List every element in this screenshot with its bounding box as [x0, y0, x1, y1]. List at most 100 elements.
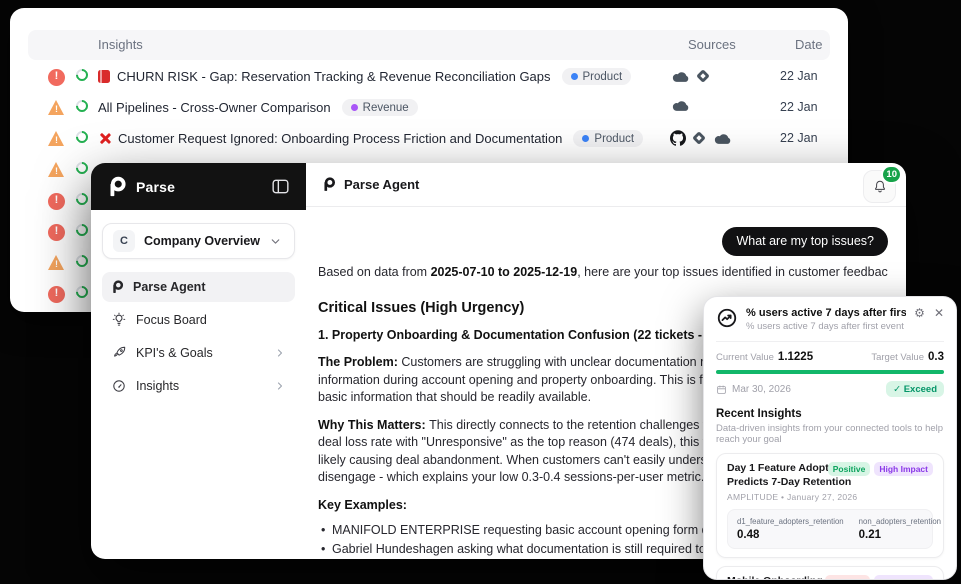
- sidebar-item-insights[interactable]: Insights: [102, 371, 295, 401]
- goal-meta-row: Mar 30, 2026 ✓ Exceed: [716, 381, 944, 397]
- sentiment-badge: Positive: [828, 462, 871, 476]
- metric: retention_gap 0.27: [956, 517, 957, 541]
- notifications-button[interactable]: 10: [863, 170, 896, 203]
- sidebar-item-label: Insights: [136, 379, 179, 393]
- metric-label: retention_gap: [956, 517, 957, 526]
- user-message-bubble: What are my top issues?: [722, 227, 888, 256]
- close-icon: ✕: [934, 306, 944, 320]
- sidebar-item-focus-board[interactable]: Focus Board: [102, 305, 295, 335]
- chevron-right-icon: [274, 380, 286, 392]
- row-date: 22 Jan: [780, 100, 818, 114]
- salesforce-icon: [670, 99, 690, 112]
- sidebar-item-kpi-s-goals[interactable]: KPI's & Goals: [102, 338, 295, 368]
- sidebar-item-parse-agent[interactable]: Parse Agent: [102, 272, 295, 302]
- settings-button[interactable]: ⚙: [914, 307, 925, 319]
- progress-ring-icon: [74, 129, 91, 146]
- metric-value: 0.27: [956, 529, 957, 541]
- parse-agent-icon: [322, 176, 336, 193]
- progress-ring-icon: [74, 98, 91, 115]
- sidebar-item-label: KPI's & Goals: [136, 346, 213, 360]
- sentiment-badge: Negative: [825, 575, 870, 580]
- sidebar-item-label: Focus Board: [136, 313, 207, 327]
- column-header-sources: Sources: [688, 37, 736, 52]
- warning-alert-icon: [48, 255, 65, 272]
- column-header-date: Date: [795, 37, 822, 52]
- table-row[interactable]: All Pipelines - Cross-Owner Comparison Re…: [10, 93, 848, 124]
- brand-name: Parse: [136, 179, 175, 195]
- progress-ring-icon: [74, 67, 91, 84]
- goal-date: Mar 30, 2026: [716, 384, 791, 395]
- goal-values-row: Current Value1.1225 Target Value0.3: [716, 351, 944, 363]
- progress-ring-icon: [74, 191, 91, 208]
- row-sources: [670, 130, 732, 146]
- error-alert-icon: [48, 224, 65, 241]
- insight-badges: NegativeHigh Impact: [825, 575, 933, 580]
- calendar-icon: [716, 384, 727, 395]
- recent-insights-title: Recent Insights: [716, 408, 944, 420]
- gauge-icon: [111, 378, 127, 394]
- goal-panel-header: % users active 7 days after first event …: [716, 307, 944, 342]
- error-alert-icon: [48, 69, 65, 86]
- tag-dot: [571, 73, 578, 80]
- row-tag: Revenue: [342, 99, 418, 116]
- tag-label: Product: [594, 133, 634, 145]
- progress-ring-icon: [74, 284, 91, 301]
- recent-insights-description: Data-driven insights from your connected…: [716, 423, 944, 445]
- sidebar-header: Parse: [91, 163, 306, 210]
- parse-logo-icon: [107, 175, 127, 199]
- chevron-down-icon: [269, 235, 282, 248]
- target-value: Target Value0.3: [871, 351, 944, 363]
- insight-card-header: Mobile Onboarding Underperforming Deskto…: [727, 575, 933, 580]
- table-header-row: Insights Sources Date: [28, 30, 830, 60]
- gear-icon: ⚙: [914, 306, 925, 320]
- diamond-icon: [691, 130, 707, 146]
- workspace-avatar: C: [113, 230, 135, 252]
- table-row[interactable]: Customer Request Ignored: Onboarding Pro…: [10, 124, 848, 155]
- goal-panel-actions: ⚙ ✕: [914, 307, 944, 319]
- goal-title: % users active 7 days after first event: [746, 307, 906, 319]
- insight-card[interactable]: Day 1 Feature Adoption Predicts 7-Day Re…: [716, 453, 944, 558]
- row-sources: [670, 99, 690, 112]
- row-title-text: CHURN RISK - Gap: Reservation Tracking &…: [117, 69, 551, 84]
- rocket-icon: [111, 345, 127, 361]
- insight-metrics: d1_feature_adopters_retention0.48non_ado…: [727, 509, 933, 549]
- tag-dot: [351, 104, 358, 111]
- insight-card-header: Day 1 Feature Adoption Predicts 7-Day Re…: [727, 462, 933, 489]
- main-header: Parse Agent 10: [306, 163, 906, 207]
- desktop-background: Insights Sources Date CHURN RISK - Gap: …: [0, 0, 961, 584]
- insight-badges: PositiveHigh Impact: [828, 462, 933, 476]
- table-row[interactable]: CHURN RISK - Gap: Reservation Tracking &…: [10, 62, 848, 93]
- impact-badge: High Impact: [874, 462, 933, 476]
- tag-label: Product: [583, 71, 623, 83]
- workspace-name: Company Overview: [144, 234, 260, 248]
- warning-alert-icon: [48, 131, 65, 148]
- panel-toggle-icon: [271, 178, 290, 195]
- goal-progress-bar: [716, 370, 944, 374]
- tag-label: Revenue: [363, 102, 409, 114]
- column-header-insights: Insights: [98, 37, 143, 52]
- tag-dot: [582, 135, 589, 142]
- row-title-text: All Pipelines - Cross-Owner Comparison: [98, 100, 331, 115]
- diamond-icon: [695, 68, 711, 84]
- salesforce-icon: [712, 132, 732, 145]
- goal-trend-icon: [716, 307, 738, 329]
- workspace-switcher[interactable]: C Company Overview: [102, 223, 295, 259]
- chevron-right-icon: [274, 347, 286, 359]
- warning-alert-icon: [48, 100, 65, 117]
- row-date: 22 Jan: [780, 131, 818, 145]
- response-line: Based on data from 2025-07-10 to 2025-12…: [318, 264, 888, 282]
- progress-ring-icon: [74, 253, 91, 270]
- insight-card[interactable]: Mobile Onboarding Underperforming Deskto…: [716, 566, 944, 580]
- warning-alert-icon: [48, 162, 65, 179]
- goal-detail-panel: % users active 7 days after first event …: [703, 296, 957, 580]
- metric-value: 0.48: [737, 529, 844, 541]
- row-tag: Product: [573, 130, 643, 147]
- row-title: Customer Request Ignored: Onboarding Pro…: [98, 130, 658, 147]
- close-button[interactable]: ✕: [934, 307, 944, 319]
- row-title: CHURN RISK - Gap: Reservation Tracking &…: [98, 68, 658, 85]
- goal-subtitle: % users active 7 days after first event: [746, 321, 906, 332]
- sidebar-item-label: Parse Agent: [133, 280, 205, 294]
- sidebar: Parse C Company Overview Parse Agent Focu…: [91, 163, 306, 559]
- error-alert-icon: [48, 193, 65, 210]
- sidebar-collapse-button[interactable]: [271, 178, 290, 195]
